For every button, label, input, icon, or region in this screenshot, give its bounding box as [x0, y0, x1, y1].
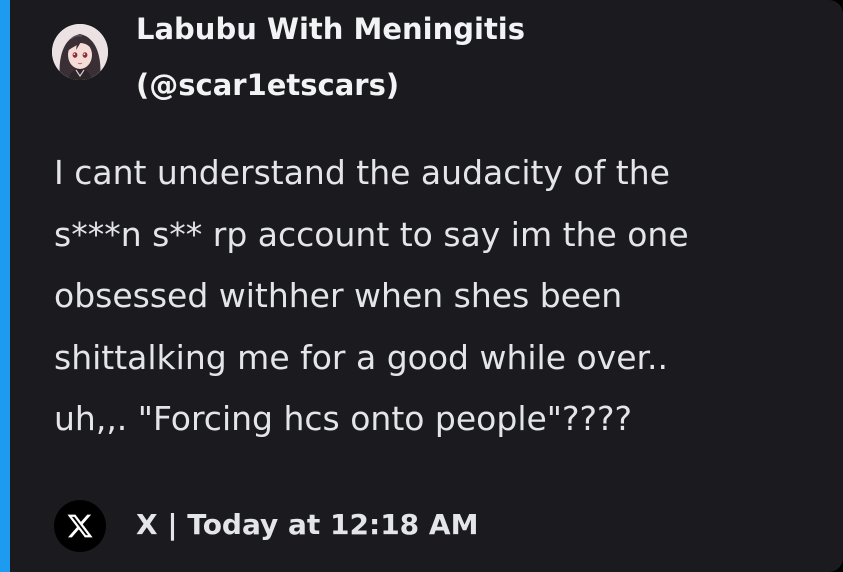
post-text: I cant understand the audacity of the s*… [54, 153, 689, 438]
author-handle[interactable]: (@scar1etscars) [136, 64, 826, 106]
link-embed-card: Labubu With Meningitis (@scar1etscars) I… [0, 0, 843, 572]
author-name[interactable]: Labubu With Meningitis [136, 8, 826, 50]
x-logo-icon [54, 500, 106, 552]
embed-accent-bar [0, 0, 10, 572]
footer-source-timestamp: X | Today at 12:18 AM [136, 508, 479, 541]
author-avatar[interactable] [52, 24, 108, 80]
anime-girl-avatar-icon [52, 24, 108, 80]
